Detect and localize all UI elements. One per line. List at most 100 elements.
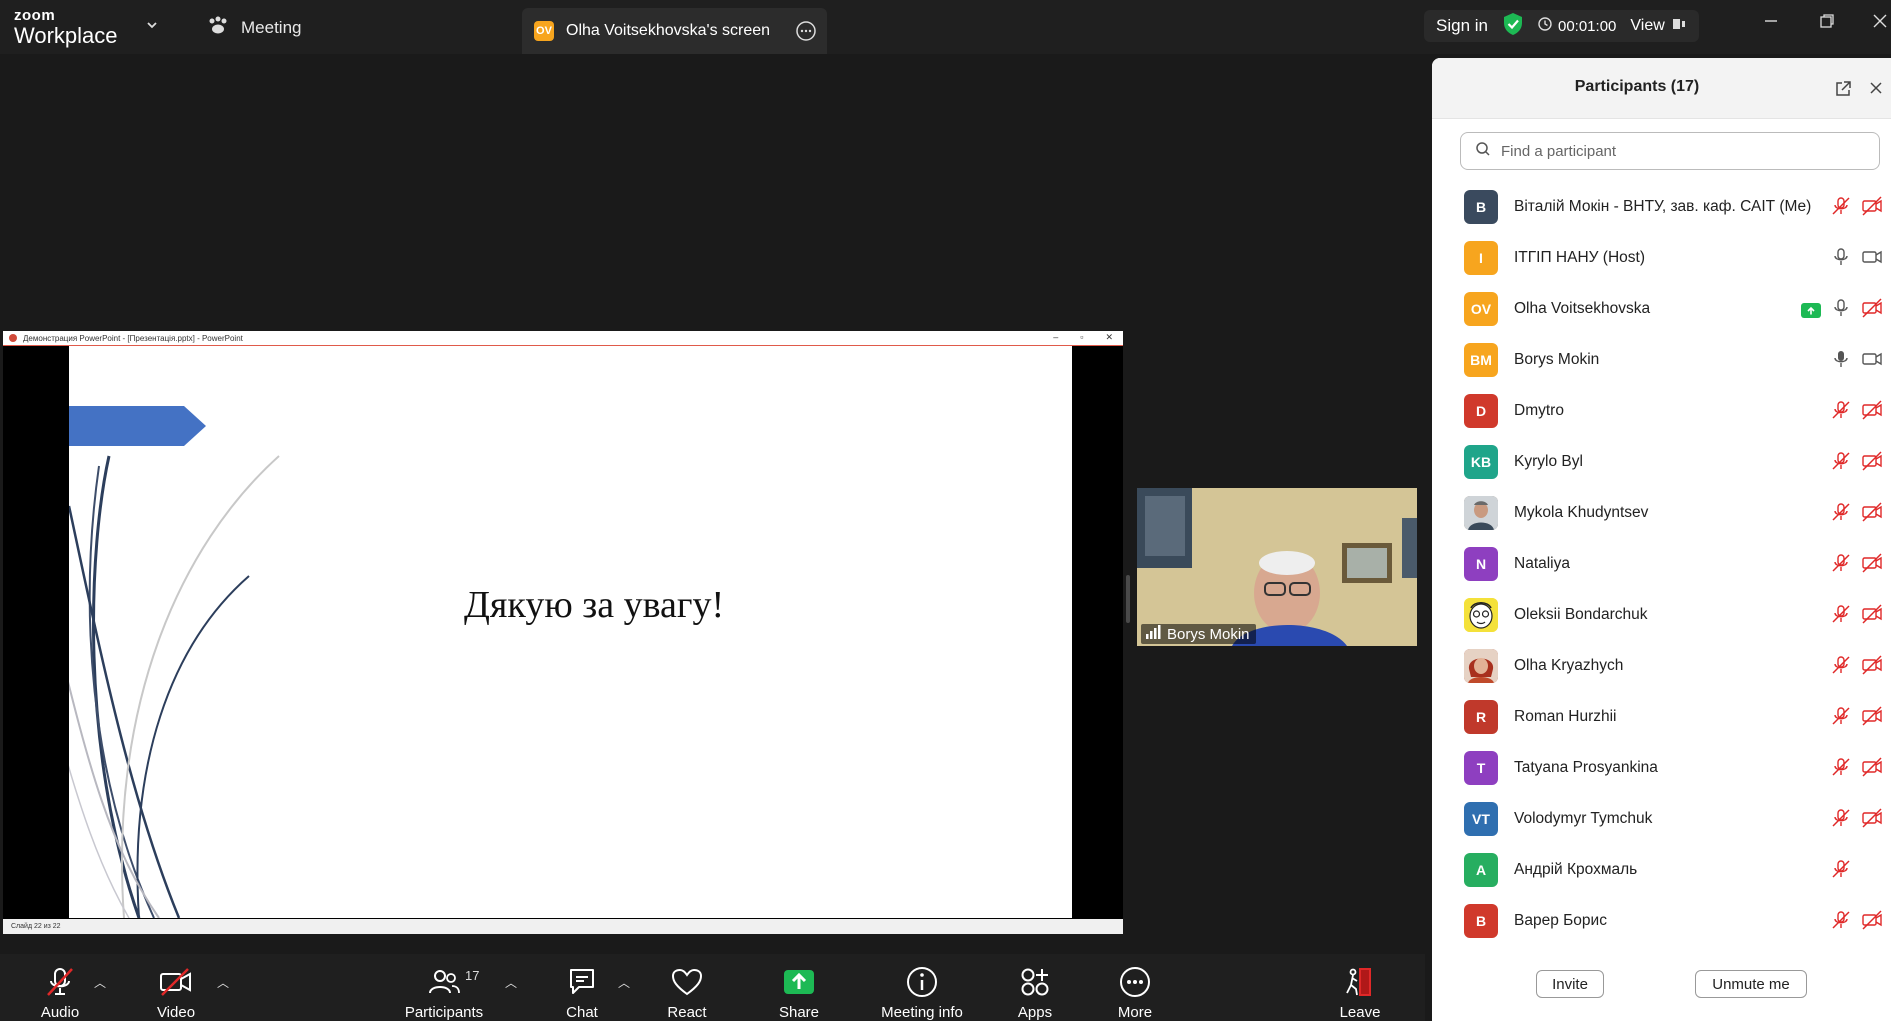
tab-meeting[interactable]: Meeting	[207, 15, 301, 40]
avatar	[1464, 648, 1498, 683]
timer-value: 00:01:00	[1557, 17, 1617, 35]
meeting-timer: 00:01:00	[1538, 17, 1616, 35]
participants-options-chevron-icon[interactable]: ︿	[505, 974, 517, 991]
apps-button[interactable]: Apps	[1010, 954, 1060, 1021]
participant-name: Nataliya	[1514, 554, 1570, 572]
mic-muted-icon	[1831, 859, 1851, 884]
avatar: KB	[1464, 444, 1498, 479]
mic-muted-icon	[1831, 757, 1851, 782]
slide-decoration	[69, 406, 280, 918]
participant-row[interactable]: VT Volodymyr Tymchuk	[1432, 793, 1891, 844]
participant-row[interactable]: I ІТГІП НАНУ (Host)	[1432, 232, 1891, 283]
heart-icon	[670, 963, 704, 1001]
slide: Дякую за увагу!	[69, 346, 1072, 918]
unmute-me-button[interactable]: Unmute me	[1695, 970, 1807, 998]
mic-muted-icon	[1831, 502, 1851, 527]
participant-row[interactable]: R Roman Hurzhii	[1432, 691, 1891, 742]
avatar: VT	[1464, 801, 1498, 836]
participant-row[interactable]: KB Kyrylo Byl	[1432, 436, 1891, 487]
share-screen-icon	[782, 963, 816, 1001]
audio-label: Audio	[40, 1004, 80, 1021]
leave-button[interactable]: Leave	[1335, 954, 1385, 1021]
react-label: React	[667, 1004, 707, 1021]
logo-line-2: Workplace	[14, 23, 118, 48]
avatar: B	[1464, 903, 1498, 938]
video-off-icon	[1861, 604, 1883, 629]
tab-shared-screen[interactable]: OV Olha Voitsekhovska's screen	[522, 8, 827, 54]
video-tile[interactable]: Borys Mokin	[1137, 488, 1417, 646]
more-button[interactable]: More	[1110, 954, 1160, 1021]
meeting-stage: Демонстрация PowerPoint - [Презентація.p…	[0, 54, 1425, 955]
participants-count: 17	[465, 968, 480, 983]
video-name-tag: Borys Mokin	[1141, 624, 1256, 644]
paw-icon	[207, 15, 229, 40]
video-off-icon	[1861, 451, 1883, 476]
participant-row[interactable]: B Варер Борис	[1432, 895, 1891, 946]
avatar: B	[1464, 189, 1498, 224]
participant-status-icons	[1831, 757, 1883, 782]
audio-button[interactable]: Audio	[30, 954, 90, 1021]
participant-name: Borys Mokin	[1514, 350, 1600, 368]
avatar: R	[1464, 699, 1498, 734]
avatar: D	[1464, 393, 1498, 428]
participant-row[interactable]: OV Olha Voitsekhovska	[1432, 283, 1891, 334]
participant-row[interactable]: A Андрій Крохмаль	[1432, 844, 1891, 895]
minimize-icon[interactable]	[1762, 12, 1780, 35]
apps-icon	[1018, 963, 1052, 1001]
avatar	[1464, 495, 1498, 530]
participant-row[interactable]: T Tatyana Prosyankina	[1432, 742, 1891, 793]
share-button[interactable]: Share	[774, 954, 824, 1021]
video-off-icon	[1861, 502, 1883, 527]
view-button[interactable]: View	[1630, 16, 1686, 37]
meeting-info-button[interactable]: Meeting info	[877, 954, 967, 1021]
invite-button[interactable]: Invite	[1536, 970, 1604, 998]
restore-icon[interactable]	[1818, 12, 1836, 35]
participant-name: Віталій Мокін - ВНТУ, зав. каф. САІТ (Me…	[1514, 197, 1812, 215]
chevron-down-icon[interactable]	[145, 18, 159, 37]
mic-muted-icon	[43, 963, 77, 1001]
video-placeholder	[1861, 859, 1883, 884]
participant-row[interactable]: N Nataliya	[1432, 538, 1891, 589]
splitter-handle[interactable]	[1126, 575, 1130, 623]
participant-status-icons	[1831, 808, 1883, 833]
video-button[interactable]: Video	[146, 954, 206, 1021]
participant-status-icons	[1831, 451, 1883, 476]
avatar: I	[1464, 240, 1498, 275]
apps-label: Apps	[1017, 1004, 1053, 1021]
participant-search[interactable]	[1460, 132, 1880, 170]
more-options-icon[interactable]	[795, 20, 817, 47]
participant-row[interactable]: Oleksii Bondarchuk	[1432, 589, 1891, 640]
audio-options-chevron-icon[interactable]: ︿	[94, 974, 106, 991]
participant-name: Oleksii Bondarchuk	[1514, 605, 1648, 623]
search-icon	[1475, 141, 1491, 162]
react-button[interactable]: React	[662, 954, 712, 1021]
participant-row[interactable]: Mykola Khudyntsev	[1432, 487, 1891, 538]
meeting-toolbar: Audio ︿ Video ︿ Participants 17 ︿ Chat ︿…	[0, 954, 1425, 1021]
participant-row[interactable]: B Віталій Мокін - ВНТУ, зав. каф. САІТ (M…	[1432, 181, 1891, 232]
mic-muted-icon	[1831, 553, 1851, 578]
video-off-icon	[1861, 196, 1883, 221]
close-window-icon[interactable]	[1871, 12, 1889, 35]
chat-icon	[565, 963, 599, 1001]
mic-muted-icon	[1831, 400, 1851, 425]
video-options-chevron-icon[interactable]: ︿	[217, 974, 229, 991]
search-input[interactable]	[1499, 141, 1863, 161]
shield-check-icon[interactable]	[1502, 12, 1524, 41]
chat-options-chevron-icon[interactable]: ︿	[618, 974, 630, 991]
pop-out-icon[interactable]	[1834, 80, 1852, 103]
view-layout-icon	[1671, 16, 1687, 37]
participants-button[interactable]: Participants	[402, 954, 486, 1021]
participant-row[interactable]: Olha Kryazhych	[1432, 640, 1891, 691]
participant-row[interactable]: BM Borys Mokin	[1432, 334, 1891, 385]
chat-button[interactable]: Chat	[557, 954, 607, 1021]
sign-in-button[interactable]: Sign in	[1436, 16, 1488, 36]
participant-row[interactable]: D Dmytro	[1432, 385, 1891, 436]
avatar: A	[1464, 852, 1498, 887]
video-label: Video	[156, 1004, 196, 1021]
participant-name: ІТГІП НАНУ (Host)	[1514, 248, 1645, 266]
close-icon[interactable]	[1868, 80, 1884, 101]
mic-muted-icon	[1831, 808, 1851, 833]
participant-status-icons	[1831, 247, 1883, 272]
avatar: OV	[1464, 291, 1498, 326]
screen-sharing-icon	[1801, 303, 1821, 318]
